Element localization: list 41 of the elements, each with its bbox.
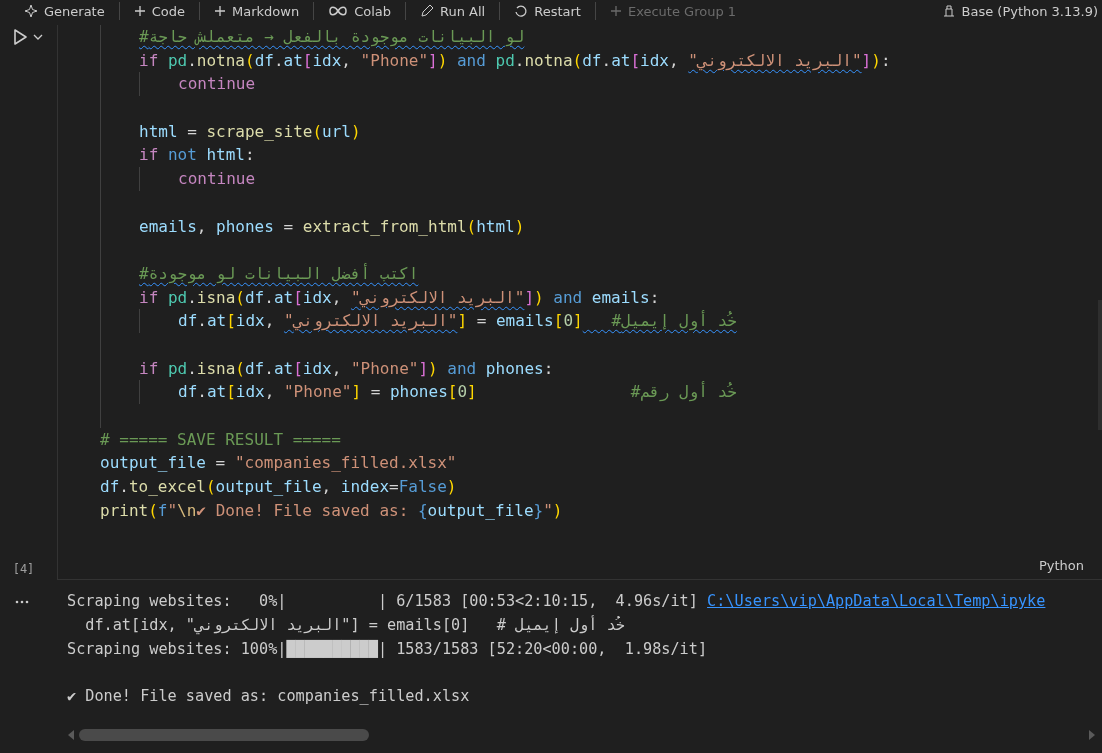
code-line: output_file = "companies_filled.xlsx" — [100, 452, 458, 475]
code-line: emails, phones = extract_from_html(html) — [139, 215, 526, 238]
code-line: df.to_excel(output_file, index=False) — [100, 476, 458, 499]
code-line: if not html: — [139, 144, 256, 167]
chevron-down-icon[interactable] — [33, 32, 43, 42]
sparkle-icon — [24, 4, 38, 18]
restart-icon — [514, 4, 529, 18]
code-line: #لو البيانات موجودة بالفعل → متعملش حاجة — [139, 26, 526, 49]
toolbar-button[interactable]: Code — [125, 0, 193, 22]
code-line: continue — [178, 73, 257, 96]
execution-count: [4] — [12, 562, 35, 576]
output-text: df.at[idx, "البريد الالكتروني"] = emails[0] # خُد أول إيميل — [84, 615, 625, 634]
scroll-left-icon[interactable] — [67, 730, 75, 740]
output-text: ✔ Done! File saved as: companies_filled.xlsx — [67, 687, 470, 706]
code-editor[interactable] — [57, 25, 1102, 580]
kernel-picker[interactable]: Base (Python 3.13.9) — [933, 0, 1102, 22]
plus-icon — [133, 5, 146, 17]
code-line: if pd.isna(df.at[idx, "Phone"]) and phones: — [139, 357, 555, 380]
toolbar-button[interactable]: Colab — [320, 0, 399, 22]
scroll-right-icon[interactable] — [1088, 730, 1096, 740]
code-line: #اكتب أفضل البيانات لو موجودة — [139, 262, 420, 286]
code-line: continue — [178, 168, 257, 191]
output-text: Scraping websites: 100%|██████████| 1583/1583 [52:20<00:00, 1.98s/it] — [67, 639, 708, 658]
toolbar-button[interactable]: Restart — [506, 0, 589, 22]
kernel-icon — [941, 4, 956, 18]
code-line: html = scrape_site(url) — [139, 120, 362, 143]
horizontal-scrollbar-thumb[interactable] — [79, 729, 369, 741]
run-icon — [11, 28, 29, 46]
output-text: Scraping websites: 0%| | 6/1583 [00:53<2:10:15, 4.96s/it] — [67, 592, 699, 610]
pencil-icon — [420, 4, 434, 18]
toolbar-button[interactable]: Run All — [412, 0, 494, 22]
cell-language-label[interactable]: Python — [1038, 558, 1084, 573]
toolbar-button[interactable]: Markdown — [206, 0, 308, 22]
infinity-icon — [328, 5, 349, 17]
plus-icon — [214, 5, 226, 17]
code-line: print(f"\n✔ Done! File saved as: {output_file}") — [100, 499, 564, 522]
code-line: # ===== SAVE RESULT ===== — [100, 428, 342, 451]
plus-icon — [609, 5, 622, 17]
more-icon[interactable] — [14, 600, 29, 604]
toolbar-button[interactable]: Generate — [16, 0, 113, 22]
file-path-link[interactable]: C:\Users\vip\AppData\Local\Temp\ipyke — [707, 592, 1046, 610]
